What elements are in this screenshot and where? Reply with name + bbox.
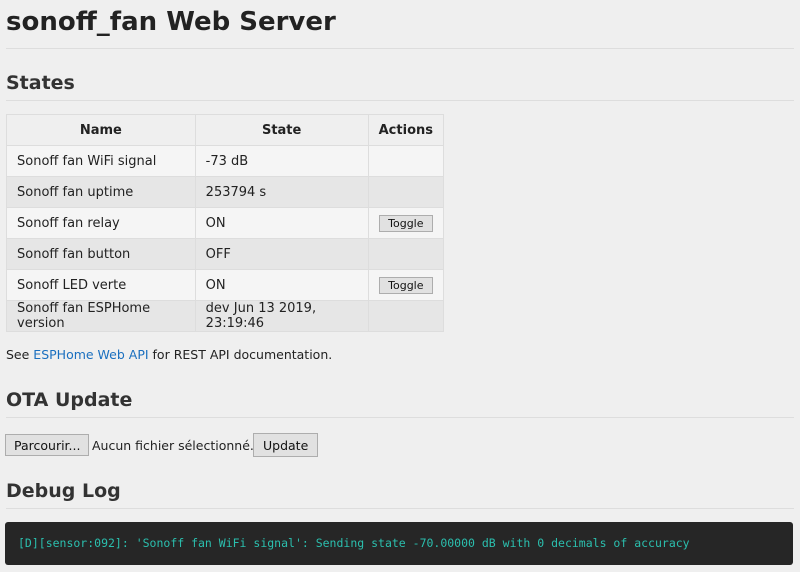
entity-name: Sonoff LED verte — [6, 269, 196, 301]
entity-name: Sonoff fan WiFi signal — [6, 145, 196, 177]
entity-actions — [367, 145, 445, 177]
api-note: See ESPHome Web API for REST API documen… — [6, 347, 332, 362]
note-prefix: See — [6, 347, 34, 362]
esphome-web-api-link[interactable]: ESPHome Web API — [33, 347, 148, 362]
table-row: Sonoff fan button OFF — [6, 238, 445, 270]
entity-state: dev Jun 13 2019, 23:19:46 — [194, 300, 369, 332]
toggle-button[interactable]: Toggle — [379, 214, 433, 232]
log-line: [D][sensor:092]: 'Sonoff fan WiFi signal… — [18, 536, 690, 550]
ota-heading: OTA Update — [6, 389, 133, 411]
entity-name: Sonoff fan ESPHome version — [6, 300, 196, 332]
entity-state: OFF — [194, 238, 369, 270]
column-header-name: Name — [6, 114, 196, 146]
table-row: Sonoff fan uptime 253794 s — [6, 176, 445, 208]
entity-state: ON — [194, 269, 369, 301]
entity-name: Sonoff fan relay — [6, 207, 196, 239]
toggle-button[interactable]: Toggle — [379, 276, 433, 294]
states-table: Name State Actions Sonoff fan WiFi signa… — [6, 114, 445, 332]
entity-name: Sonoff fan button — [6, 238, 196, 270]
entity-actions — [367, 238, 445, 270]
entity-name: Sonoff fan uptime — [6, 176, 196, 208]
update-button[interactable]: Update — [253, 433, 319, 457]
table-row: Sonoff fan ESPHome version dev Jun 13 201… — [6, 300, 445, 332]
entity-state: 253794 s — [194, 176, 369, 208]
entity-actions — [367, 300, 445, 332]
states-heading: States — [6, 72, 75, 94]
browse-button[interactable]: Parcourir... — [5, 434, 90, 456]
entity-state: -73 dB — [194, 145, 369, 177]
table-row: Sonoff fan WiFi signal -73 dB — [6, 145, 445, 177]
entity-actions: Toggle — [367, 207, 445, 239]
divider — [6, 48, 794, 49]
page-title: sonoff_fan Web Server — [6, 7, 336, 37]
debug-log-heading: Debug Log — [6, 480, 121, 502]
entity-state: ON — [194, 207, 369, 239]
column-header-actions: Actions — [367, 114, 445, 146]
file-status: Aucun fichier sélectionné. — [92, 438, 254, 453]
divider — [6, 417, 794, 418]
table-row: Sonoff LED verte ON Toggle — [6, 269, 445, 301]
divider — [6, 508, 794, 509]
divider — [6, 100, 794, 101]
note-suffix: for REST API documentation. — [148, 347, 333, 362]
entity-actions: Toggle — [367, 269, 445, 301]
column-header-state: State — [194, 114, 369, 146]
entity-actions — [367, 176, 445, 208]
table-row: Sonoff fan relay ON Toggle — [6, 207, 445, 239]
debug-log: [D][sensor:092]: 'Sonoff fan WiFi signal… — [5, 522, 793, 565]
